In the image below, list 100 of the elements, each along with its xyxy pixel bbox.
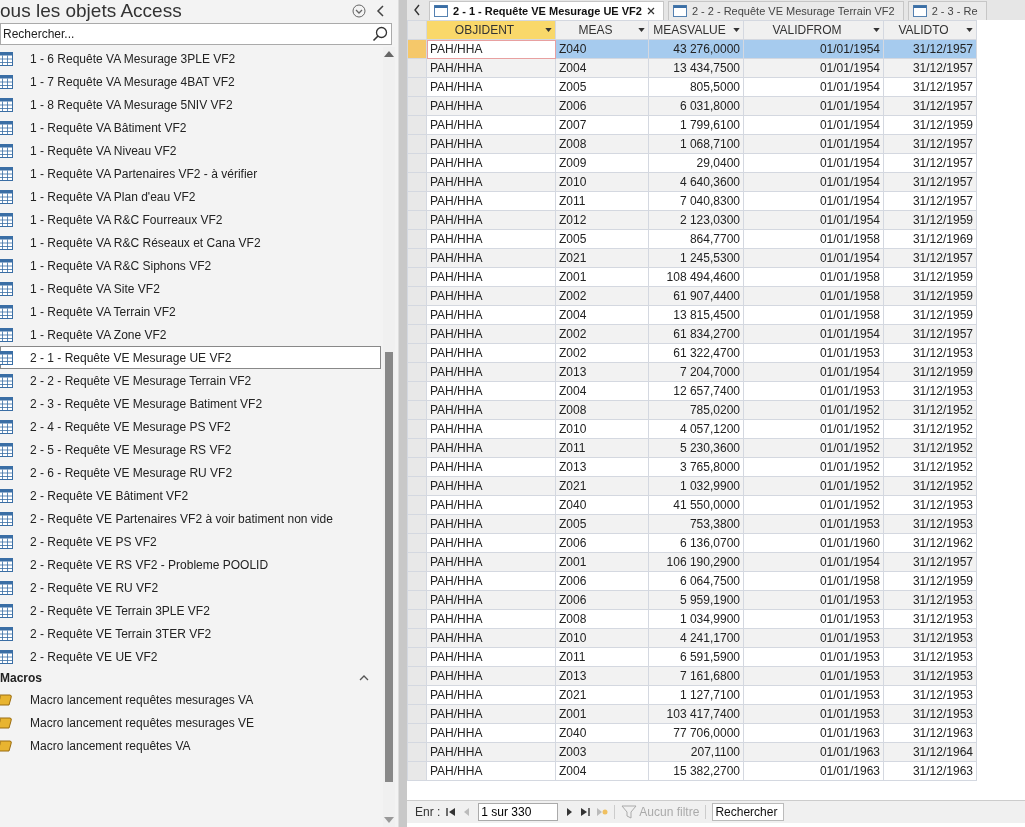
- table-cell: PAH/HHA: [426, 647, 556, 667]
- dropdown-icon[interactable]: [966, 28, 973, 32]
- dropdown-icon[interactable]: [873, 28, 880, 32]
- table-cell: PAH/HHA: [426, 571, 556, 591]
- table-cell: PAH/HHA: [426, 191, 556, 211]
- query-item[interactable]: 2 - Requête VE Bâtiment VF2: [0, 484, 381, 507]
- dropdown-icon[interactable]: [638, 28, 645, 32]
- table-cell: PAH/HHA: [426, 419, 556, 439]
- column-header[interactable]: OBJIDENT: [426, 20, 556, 40]
- table-cell: PAH/HHA: [426, 305, 556, 325]
- table-cell: 01/01/1952: [743, 419, 884, 439]
- query-item[interactable]: 2 - Requête VE Terrain 3TER VF2: [0, 622, 381, 645]
- table-cell: 01/01/1953: [743, 343, 884, 363]
- query-item[interactable]: 1 - Requête VA Partenaires VF2 - à vérifier: [0, 162, 381, 185]
- query-item[interactable]: 1 - Requête VA Zone VF2: [0, 323, 381, 346]
- macro-item[interactable]: Macro lancement requêtes VA: [0, 734, 381, 757]
- scroll-icon: [0, 692, 13, 707]
- macro-item[interactable]: Macro lancement requêtes mesurages VA: [0, 688, 381, 711]
- query-item[interactable]: 1 - Requête VA Site VF2: [0, 277, 381, 300]
- table-cell: 01/01/1960: [743, 533, 884, 553]
- column-header[interactable]: MEASVALUE: [648, 20, 744, 40]
- table-cell: 31/12/1953: [883, 647, 977, 667]
- search-icon[interactable]: [372, 26, 388, 42]
- table-cell: PAH/HHA: [426, 77, 556, 97]
- table-cell: 15 382,2700: [648, 761, 744, 781]
- close-icon[interactable]: [646, 7, 655, 15]
- query-item[interactable]: 2 - Requête VE Terrain 3PLE VF2: [0, 599, 381, 622]
- table-cell: 31/12/1953: [883, 381, 977, 401]
- new-record-icon[interactable]: [596, 807, 609, 817]
- column-header[interactable]: MEAS: [555, 20, 649, 40]
- table-cell: Z011: [555, 191, 649, 211]
- document-tab[interactable]: 2 - 3 - Re: [907, 1, 987, 20]
- table-cell: 6 136,0700: [648, 533, 744, 553]
- query-item[interactable]: 2 - 2 - Requête VE Mesurage Terrain VF2: [0, 369, 381, 392]
- query-item[interactable]: 1 - 8 Requête VA Mesurage 5NIV VF2: [0, 93, 381, 116]
- query-item[interactable]: 1 - 6 Requête VA Mesurage 3PLE VF2: [0, 47, 381, 70]
- first-record-icon[interactable]: [446, 807, 457, 817]
- table-cell: PAH/HHA: [426, 761, 556, 781]
- query-item[interactable]: 2 - Requête VE UE VF2: [0, 645, 381, 668]
- dropdown-icon[interactable]: [352, 4, 366, 18]
- query-icon: [434, 5, 448, 17]
- group-header[interactable]: Macros: [0, 668, 383, 688]
- query-item[interactable]: 2 - 4 - Requête VE Mesurage PS VF2: [0, 415, 381, 438]
- document-tab[interactable]: 2 - 2 - Requête VE Mesurage Terrain VF2: [667, 1, 904, 20]
- query-item[interactable]: 2 - Requête VE RU VF2: [0, 576, 381, 599]
- table-cell: Z005: [555, 77, 649, 97]
- column-header[interactable]: VALIDTO: [883, 20, 977, 40]
- table-cell: 01/01/1958: [743, 305, 884, 325]
- table-cell: Z002: [555, 343, 649, 363]
- query-item[interactable]: 1 - Requête VA R&C Siphons VF2: [0, 254, 381, 277]
- table-cell: Z011: [555, 647, 649, 667]
- query-item[interactable]: 2 - 5 - Requête VE Mesurage RS VF2: [0, 438, 381, 461]
- table-cell: PAH/HHA: [426, 609, 556, 629]
- query-item[interactable]: 1 - 7 Requête VA Mesurage 4BAT VF2: [0, 70, 381, 93]
- macro-item[interactable]: Macro lancement requêtes mesurages VE: [0, 711, 381, 734]
- table-cell: 12 657,7400: [648, 381, 744, 401]
- table-cell: Z008: [555, 609, 649, 629]
- query-item[interactable]: 2 - 3 - Requête VE Mesurage Batiment VF2: [0, 392, 381, 415]
- table-cell: 01/01/1958: [743, 571, 884, 591]
- document-tab[interactable]: 2 - 1 - Requête VE Mesurage UE VF2: [429, 1, 664, 20]
- table-cell: Z006: [555, 533, 649, 553]
- query-icon: [672, 5, 687, 17]
- record-field[interactable]: 1 sur 330: [478, 803, 559, 821]
- search-field[interactable]: Rechercher: [712, 803, 785, 821]
- query-item[interactable]: 1 - Requête VA R&C Fourreaux VF2: [0, 208, 381, 231]
- table-cell: PAH/HHA: [426, 267, 556, 287]
- table-cell: 31/12/1963: [883, 761, 977, 781]
- table-cell: 01/01/1953: [743, 647, 884, 667]
- table-cell: 41 550,0000: [648, 495, 744, 515]
- table-cell: 31/12/1959: [883, 305, 977, 325]
- table-cell: 01/01/1954: [743, 115, 884, 135]
- table-cell: 31/12/1957: [883, 191, 977, 211]
- query-item[interactable]: 1 - Requête VA Bâtiment VF2: [0, 116, 381, 139]
- table-cell: 01/01/1958: [743, 229, 884, 249]
- scroll-left-icon[interactable]: [413, 4, 421, 16]
- column-header[interactable]: VALIDFROM: [743, 20, 884, 40]
- dropdown-icon[interactable]: [545, 28, 552, 32]
- query-item[interactable]: 1 - Requête VA R&C Réseaux et Cana VF2: [0, 231, 381, 254]
- query-item[interactable]: 2 - 1 - Requête VE Mesurage UE VF2: [0, 346, 381, 369]
- query-item[interactable]: 2 - Requête VE Partenaires VF2 à voir batiment non vide: [0, 507, 381, 530]
- table-cell: Z009: [555, 153, 649, 173]
- search-field[interactable]: Rechercher...: [0, 23, 392, 45]
- dropdown-icon[interactable]: [733, 28, 740, 32]
- table-cell: PAH/HHA: [426, 153, 556, 173]
- table-cell: 01/01/1953: [743, 381, 884, 401]
- scroll-down-icon[interactable]: [384, 817, 394, 823]
- query-item[interactable]: 1 - Requête VA Plan d'eau VF2: [0, 185, 381, 208]
- table-cell: Z006: [555, 571, 649, 591]
- table-cell: 31/12/1959: [883, 267, 977, 287]
- query-item[interactable]: 1 - Requête VA Terrain VF2: [0, 300, 381, 323]
- last-record-icon[interactable]: [580, 807, 591, 817]
- query-item[interactable]: 2 - Requête VE PS VF2: [0, 530, 381, 553]
- query-item[interactable]: 2 - 6 - Requête VE Mesurage RU VF2: [0, 461, 381, 484]
- table-cell: 01/01/1952: [743, 457, 884, 477]
- query-item[interactable]: 2 - Requête VE RS VF2 - Probleme POOLID: [0, 553, 381, 576]
- table-cell: 31/12/1962: [883, 533, 977, 553]
- table-cell: 31/12/1953: [883, 685, 977, 705]
- scroll-up-icon[interactable]: [384, 51, 394, 57]
- query-item[interactable]: 1 - Requête VA Niveau VF2: [0, 139, 381, 162]
- collapse-icon[interactable]: [376, 4, 386, 18]
